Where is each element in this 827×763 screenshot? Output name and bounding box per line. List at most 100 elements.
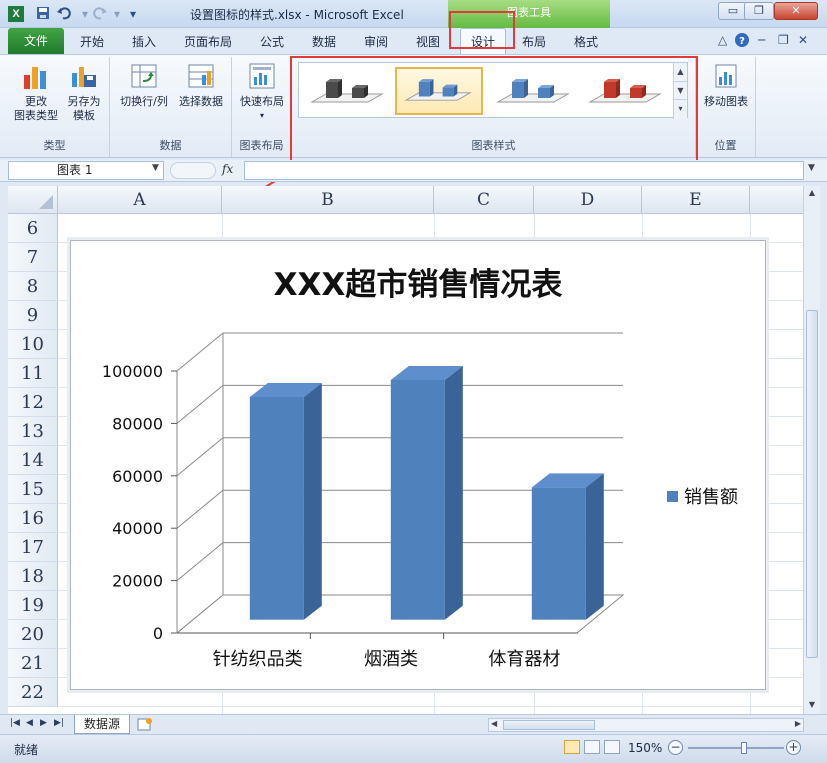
page-layout-view-button[interactable] bbox=[584, 740, 600, 754]
tab-format[interactable]: 格式 bbox=[574, 33, 598, 50]
row-header-14[interactable]: 14 bbox=[8, 446, 58, 475]
scroll-down-icon[interactable]: ▼ bbox=[806, 700, 818, 712]
group-chart-layout-label: 图表布局 bbox=[239, 139, 284, 152]
row-header-11[interactable]: 11 bbox=[8, 359, 58, 388]
bar-front bbox=[249, 397, 304, 620]
zoom-slider-thumb[interactable] bbox=[741, 742, 747, 754]
change-chart-type-button[interactable]: 更改 图表类型 bbox=[10, 61, 62, 123]
formula-bar-splitter[interactable] bbox=[170, 162, 216, 179]
save-as-template-button[interactable]: 另存为 模板 bbox=[60, 61, 108, 123]
column-header-a[interactable]: A bbox=[58, 186, 222, 214]
column-header-d[interactable]: D bbox=[534, 186, 642, 214]
gridline-diagonal bbox=[176, 542, 224, 581]
tab-insert[interactable]: 插入 bbox=[132, 33, 156, 50]
quick-layout-button[interactable]: 快速布局 ▾ bbox=[234, 61, 290, 123]
y-tick-label: 0 bbox=[153, 624, 163, 643]
row-header-12[interactable]: 12 bbox=[8, 388, 58, 417]
row-header-15[interactable]: 15 bbox=[8, 475, 58, 504]
sheet-tab-data-source[interactable]: 数据源 bbox=[74, 715, 130, 734]
tab-formulas[interactable]: 公式 bbox=[260, 33, 284, 50]
chart-plot[interactable]: 0 20000 40000 60000 80000 100000 针纺织品类 烟酒类 体育器材 销… bbox=[71, 241, 767, 691]
gridline-diagonal bbox=[176, 332, 224, 372]
row-header-18[interactable]: 18 bbox=[8, 562, 58, 591]
column-header-b[interactable]: B bbox=[222, 186, 434, 214]
horizontal-scrollbar[interactable]: ◀ ▶ bbox=[488, 718, 804, 732]
next-sheet-icon[interactable]: ▶ bbox=[40, 718, 47, 728]
restore-button[interactable]: ❐ bbox=[744, 2, 774, 20]
select-all-corner[interactable] bbox=[8, 186, 58, 214]
row-header-21[interactable]: 21 bbox=[8, 649, 58, 678]
tab-view[interactable]: 视图 bbox=[416, 33, 440, 50]
bar-side bbox=[585, 473, 604, 620]
move-chart-label: 移动图表 bbox=[704, 95, 748, 108]
zoom-slider[interactable] bbox=[688, 742, 784, 754]
page-break-view-button[interactable] bbox=[604, 740, 620, 754]
first-sheet-icon[interactable]: |◀ bbox=[10, 718, 20, 728]
close-button[interactable]: ✕ bbox=[774, 2, 818, 20]
row-header-20[interactable]: 20 bbox=[8, 620, 58, 649]
row-header-10[interactable]: 10 bbox=[8, 330, 58, 359]
horizontal-scroll-thumb[interactable] bbox=[503, 720, 595, 730]
row-header-9[interactable]: 9 bbox=[8, 301, 58, 330]
save-icon[interactable] bbox=[34, 6, 52, 22]
row-header-19[interactable]: 19 bbox=[8, 591, 58, 620]
row-header-22[interactable]: 22 bbox=[8, 678, 58, 707]
scroll-left-icon[interactable]: ◀ bbox=[491, 719, 497, 728]
select-data-label: 选择数据 bbox=[179, 95, 223, 108]
select-data-button[interactable]: 选择数据 bbox=[174, 61, 228, 109]
name-box[interactable]: 图表 1 bbox=[8, 161, 164, 180]
switch-row-column-button[interactable]: 切换行/列 bbox=[116, 61, 172, 109]
help-icon[interactable]: ? bbox=[734, 32, 750, 51]
formula-expand-icon[interactable]: ▼ bbox=[808, 163, 815, 173]
vertical-scroll-thumb[interactable] bbox=[806, 310, 818, 658]
chart-area[interactable]: XXX超市销售情况表 0 20000 40000 60000 80000 100000 针纺… bbox=[70, 240, 766, 690]
quick-layout-label: 快速布局 bbox=[240, 95, 284, 108]
column-header-c[interactable]: C bbox=[434, 186, 534, 214]
tab-review[interactable]: 审阅 bbox=[364, 33, 388, 50]
change-chart-type-icon bbox=[24, 67, 46, 89]
group-data-label: 数据 bbox=[159, 139, 182, 152]
zoom-out-button[interactable]: − bbox=[668, 740, 683, 755]
row-header-13[interactable]: 13 bbox=[8, 417, 58, 446]
tab-home[interactable]: 开始 bbox=[80, 33, 104, 50]
gridline-diagonal bbox=[176, 437, 224, 477]
tab-layout[interactable]: 布局 bbox=[522, 33, 546, 50]
insert-sheet-icon[interactable] bbox=[136, 717, 154, 734]
row-header-16[interactable]: 16 bbox=[8, 504, 58, 533]
legend-label: 销售额 bbox=[684, 487, 738, 508]
row-header-6[interactable]: 6 bbox=[8, 214, 58, 243]
workbook-minimize-icon[interactable]: ─ bbox=[758, 33, 765, 47]
undo-icon[interactable] bbox=[56, 6, 74, 22]
column-header-f[interactable] bbox=[750, 186, 803, 214]
zoom-level[interactable]: 150% bbox=[628, 741, 662, 755]
ribbon-tabs: 文件 开始 插入 页面布局 公式 数据 审阅 视图 设计 布局 格式 △ ? ─… bbox=[0, 28, 827, 54]
tab-data[interactable]: 数据 bbox=[312, 33, 336, 50]
insert-function-icon[interactable]: fx bbox=[222, 162, 233, 176]
ribbon-collapse-icon[interactable]: △ bbox=[718, 33, 727, 47]
prev-sheet-icon[interactable]: ◀ bbox=[26, 718, 33, 728]
vertical-scrollbar[interactable]: ▲ ▼ bbox=[803, 186, 820, 714]
bar-front bbox=[390, 379, 445, 620]
tab-file[interactable]: 文件 bbox=[8, 28, 64, 54]
x-category-label: 体育器材 bbox=[488, 649, 560, 670]
normal-view-button[interactable] bbox=[564, 740, 580, 754]
row-header-17[interactable]: 17 bbox=[8, 533, 58, 562]
customize-qat-icon[interactable]: ▾ bbox=[124, 6, 142, 22]
column-header-e[interactable]: E bbox=[642, 186, 750, 214]
excel-app-icon[interactable]: X bbox=[8, 6, 24, 22]
scroll-up-icon[interactable]: ▲ bbox=[806, 188, 818, 200]
formula-input[interactable] bbox=[244, 161, 804, 180]
move-chart-button[interactable]: 移动图表 bbox=[698, 61, 754, 109]
workbook-restore-icon[interactable]: ❐ bbox=[778, 33, 789, 47]
scroll-right-icon[interactable]: ▶ bbox=[795, 719, 801, 728]
workbook-close-icon[interactable]: ✕ bbox=[798, 33, 808, 47]
row-header-7[interactable]: 7 bbox=[8, 243, 58, 272]
last-sheet-icon[interactable]: ▶| bbox=[54, 718, 64, 728]
row-header-8[interactable]: 8 bbox=[8, 272, 58, 301]
name-box-dropdown-icon[interactable]: ▼ bbox=[152, 163, 159, 173]
tab-page-layout[interactable]: 页面布局 bbox=[184, 33, 232, 50]
x-category-label: 烟酒类 bbox=[364, 649, 418, 670]
zoom-in-button[interactable]: + bbox=[786, 740, 801, 755]
redo-icon[interactable] bbox=[90, 6, 108, 22]
group-type: 更改 图表类型 另存为 模板 类型 bbox=[0, 57, 110, 157]
